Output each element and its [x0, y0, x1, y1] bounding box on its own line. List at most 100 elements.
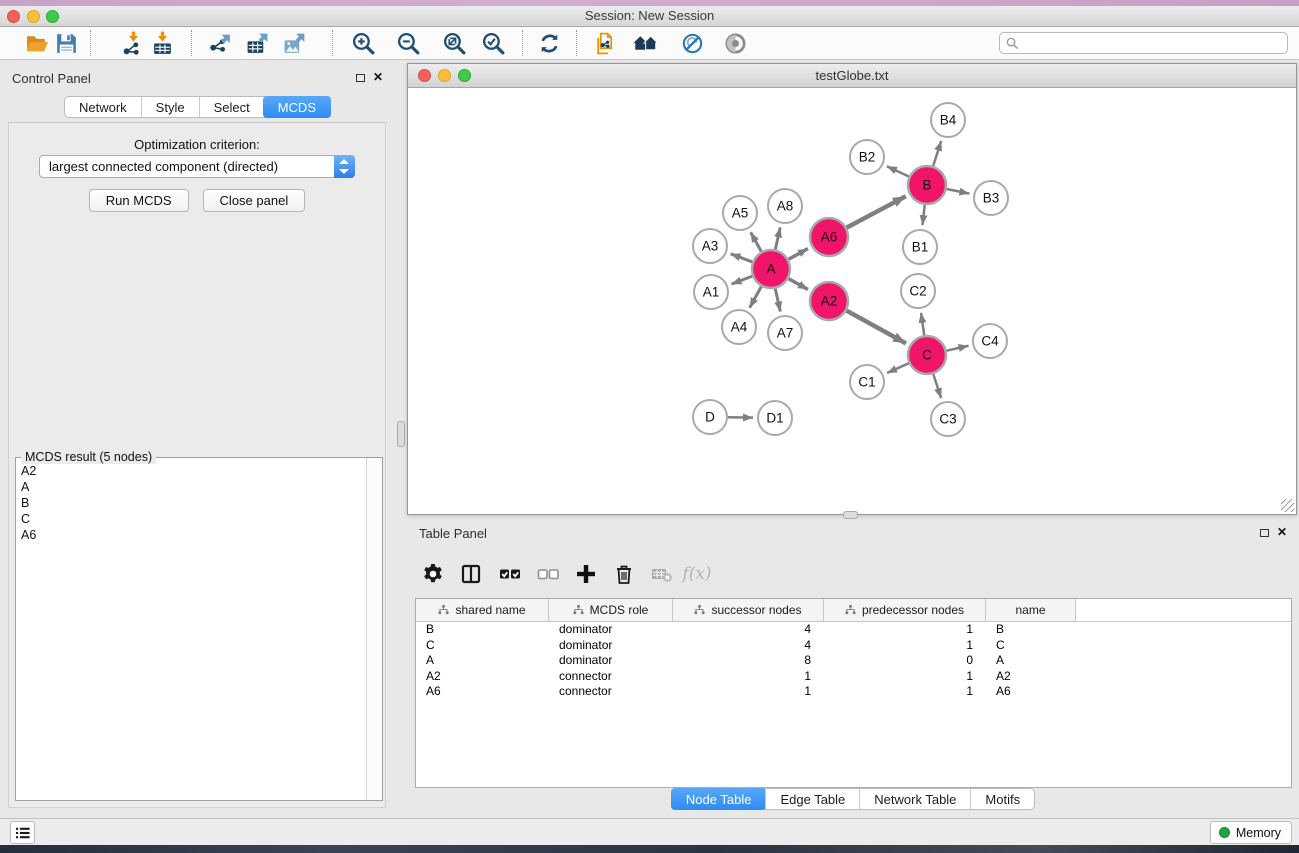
cell-predecessor-nodes[interactable]: 1: [824, 638, 986, 654]
graph-node-B2[interactable]: B2: [850, 140, 884, 174]
window-resize-grip[interactable]: [1281, 499, 1294, 512]
close-window-button[interactable]: [7, 10, 20, 23]
table-row[interactable]: A6connector11A6: [416, 684, 1291, 700]
run-mcds-button[interactable]: Run MCDS: [89, 189, 189, 212]
zoom-fit-button[interactable]: [440, 30, 468, 57]
graph-node-B4[interactable]: B4: [931, 103, 965, 137]
copy-network-button[interactable]: [591, 30, 619, 57]
tab-network-table[interactable]: Network Table: [859, 789, 970, 809]
save-session-button[interactable]: [52, 30, 80, 57]
unselect-all-columns-button[interactable]: [534, 560, 562, 588]
column-header-predecessor-nodes[interactable]: predecessor nodes: [824, 599, 986, 621]
toggle-graphics-details-button[interactable]: [678, 30, 706, 57]
cell-MCDS-role[interactable]: dominator: [549, 638, 673, 654]
graph-node-C3[interactable]: C3: [931, 402, 965, 436]
graph-node-A7[interactable]: A7: [768, 316, 802, 350]
graph-node-D1[interactable]: D1: [758, 401, 792, 435]
column-header-MCDS-role[interactable]: MCDS role: [549, 599, 673, 621]
graph-node-B1[interactable]: B1: [903, 230, 937, 264]
refresh-network-button[interactable]: [535, 30, 563, 57]
graph-node-C2[interactable]: C2: [901, 274, 935, 308]
export-network-button[interactable]: [206, 30, 234, 57]
cell-MCDS-role[interactable]: connector: [549, 669, 673, 685]
network-close-button[interactable]: [418, 69, 431, 82]
cell-name[interactable]: C: [986, 638, 1076, 654]
close-panel-icon[interactable]: ✕: [373, 70, 383, 84]
open-file-button[interactable]: [23, 30, 51, 57]
cell-MCDS-role[interactable]: dominator: [549, 653, 673, 669]
graph-node-A1[interactable]: A1: [694, 275, 728, 309]
cell-name[interactable]: B: [986, 622, 1076, 638]
mcds-result-item[interactable]: A2: [21, 463, 365, 479]
cell-MCDS-role[interactable]: connector: [549, 684, 673, 700]
export-table-button[interactable]: [243, 30, 271, 57]
table-row[interactable]: Adominator80A: [416, 653, 1291, 669]
cell-MCDS-role[interactable]: dominator: [549, 622, 673, 638]
tab-style[interactable]: Style: [141, 97, 199, 117]
mcds-result-item[interactable]: A6: [21, 527, 365, 543]
table-row[interactable]: Bdominator41B: [416, 622, 1291, 638]
show-hide-panel-button[interactable]: [721, 30, 749, 57]
criterion-select[interactable]: largest connected component (directed): [39, 155, 355, 178]
cell-predecessor-nodes[interactable]: 1: [824, 622, 986, 638]
graph-node-C[interactable]: C: [908, 336, 946, 374]
tab-mcds[interactable]: MCDS: [263, 96, 331, 118]
graph-node-A5[interactable]: A5: [723, 196, 757, 230]
network-graph-canvas[interactable]: AA1A2A3A4A5A6A7A8BB1B2B3B4CC1C2C3C4DD1: [408, 88, 1296, 514]
tab-select[interactable]: Select: [199, 97, 264, 117]
select-all-columns-button[interactable]: [496, 560, 524, 588]
cell-name[interactable]: A: [986, 653, 1076, 669]
cell-name[interactable]: A6: [986, 684, 1076, 700]
show-column-panel-button[interactable]: [457, 560, 485, 588]
vertical-split-handle[interactable]: [843, 511, 858, 519]
close-panel-button[interactable]: Close panel: [203, 189, 306, 212]
graph-node-A4[interactable]: A4: [722, 310, 756, 344]
cell-predecessor-nodes[interactable]: 0: [824, 653, 986, 669]
zoom-selected-button[interactable]: [479, 30, 507, 57]
cell-name[interactable]: A2: [986, 669, 1076, 685]
home-view-button[interactable]: [631, 30, 659, 57]
graph-node-B[interactable]: B: [908, 166, 946, 204]
graph-node-A2[interactable]: A2: [810, 282, 848, 320]
horizontal-split-handle[interactable]: [397, 421, 405, 447]
network-zoom-button[interactable]: [458, 69, 471, 82]
cell-successor-nodes[interactable]: 1: [673, 684, 824, 700]
cell-successor-nodes[interactable]: 4: [673, 622, 824, 638]
graph-node-A8[interactable]: A8: [768, 189, 802, 223]
minimize-window-button[interactable]: [27, 10, 40, 23]
export-image-button[interactable]: [280, 30, 308, 57]
mcds-result-scrollbar[interactable]: [366, 458, 382, 800]
import-network-button[interactable]: [119, 30, 147, 57]
cell-shared-name[interactable]: A6: [416, 684, 549, 700]
graph-node-A[interactable]: A: [752, 250, 790, 288]
task-history-button[interactable]: [10, 821, 35, 844]
cell-shared-name[interactable]: C: [416, 638, 549, 654]
search-input[interactable]: [1024, 34, 1282, 52]
graph-node-C4[interactable]: C4: [973, 324, 1007, 358]
table-settings-button[interactable]: [419, 560, 447, 588]
cell-shared-name[interactable]: A: [416, 653, 549, 669]
mcds-result-item[interactable]: C: [21, 511, 365, 527]
table-float-panel-icon[interactable]: [1260, 529, 1269, 537]
zoom-out-button[interactable]: [394, 30, 422, 57]
column-header-name[interactable]: name: [986, 599, 1076, 621]
graph-node-A3[interactable]: A3: [693, 229, 727, 263]
cell-successor-nodes[interactable]: 8: [673, 653, 824, 669]
import-table-button[interactable]: [148, 30, 176, 57]
network-minimize-button[interactable]: [438, 69, 451, 82]
column-header-successor-nodes[interactable]: successor nodes: [673, 599, 824, 621]
cell-successor-nodes[interactable]: 1: [673, 669, 824, 685]
tab-network[interactable]: Network: [65, 97, 141, 117]
column-header-shared-name[interactable]: shared name: [416, 599, 549, 621]
mcds-result-item[interactable]: A: [21, 479, 365, 495]
memory-button[interactable]: Memory: [1210, 821, 1292, 844]
cell-successor-nodes[interactable]: 4: [673, 638, 824, 654]
cell-predecessor-nodes[interactable]: 1: [824, 684, 986, 700]
table-close-panel-icon[interactable]: ✕: [1277, 525, 1287, 539]
graph-node-D[interactable]: D: [693, 400, 727, 434]
tab-node-table[interactable]: Node Table: [671, 788, 767, 810]
zoom-in-button[interactable]: [349, 30, 377, 57]
cell-predecessor-nodes[interactable]: 1: [824, 669, 986, 685]
float-panel-icon[interactable]: [356, 74, 365, 82]
mcds-result-item[interactable]: B: [21, 495, 365, 511]
